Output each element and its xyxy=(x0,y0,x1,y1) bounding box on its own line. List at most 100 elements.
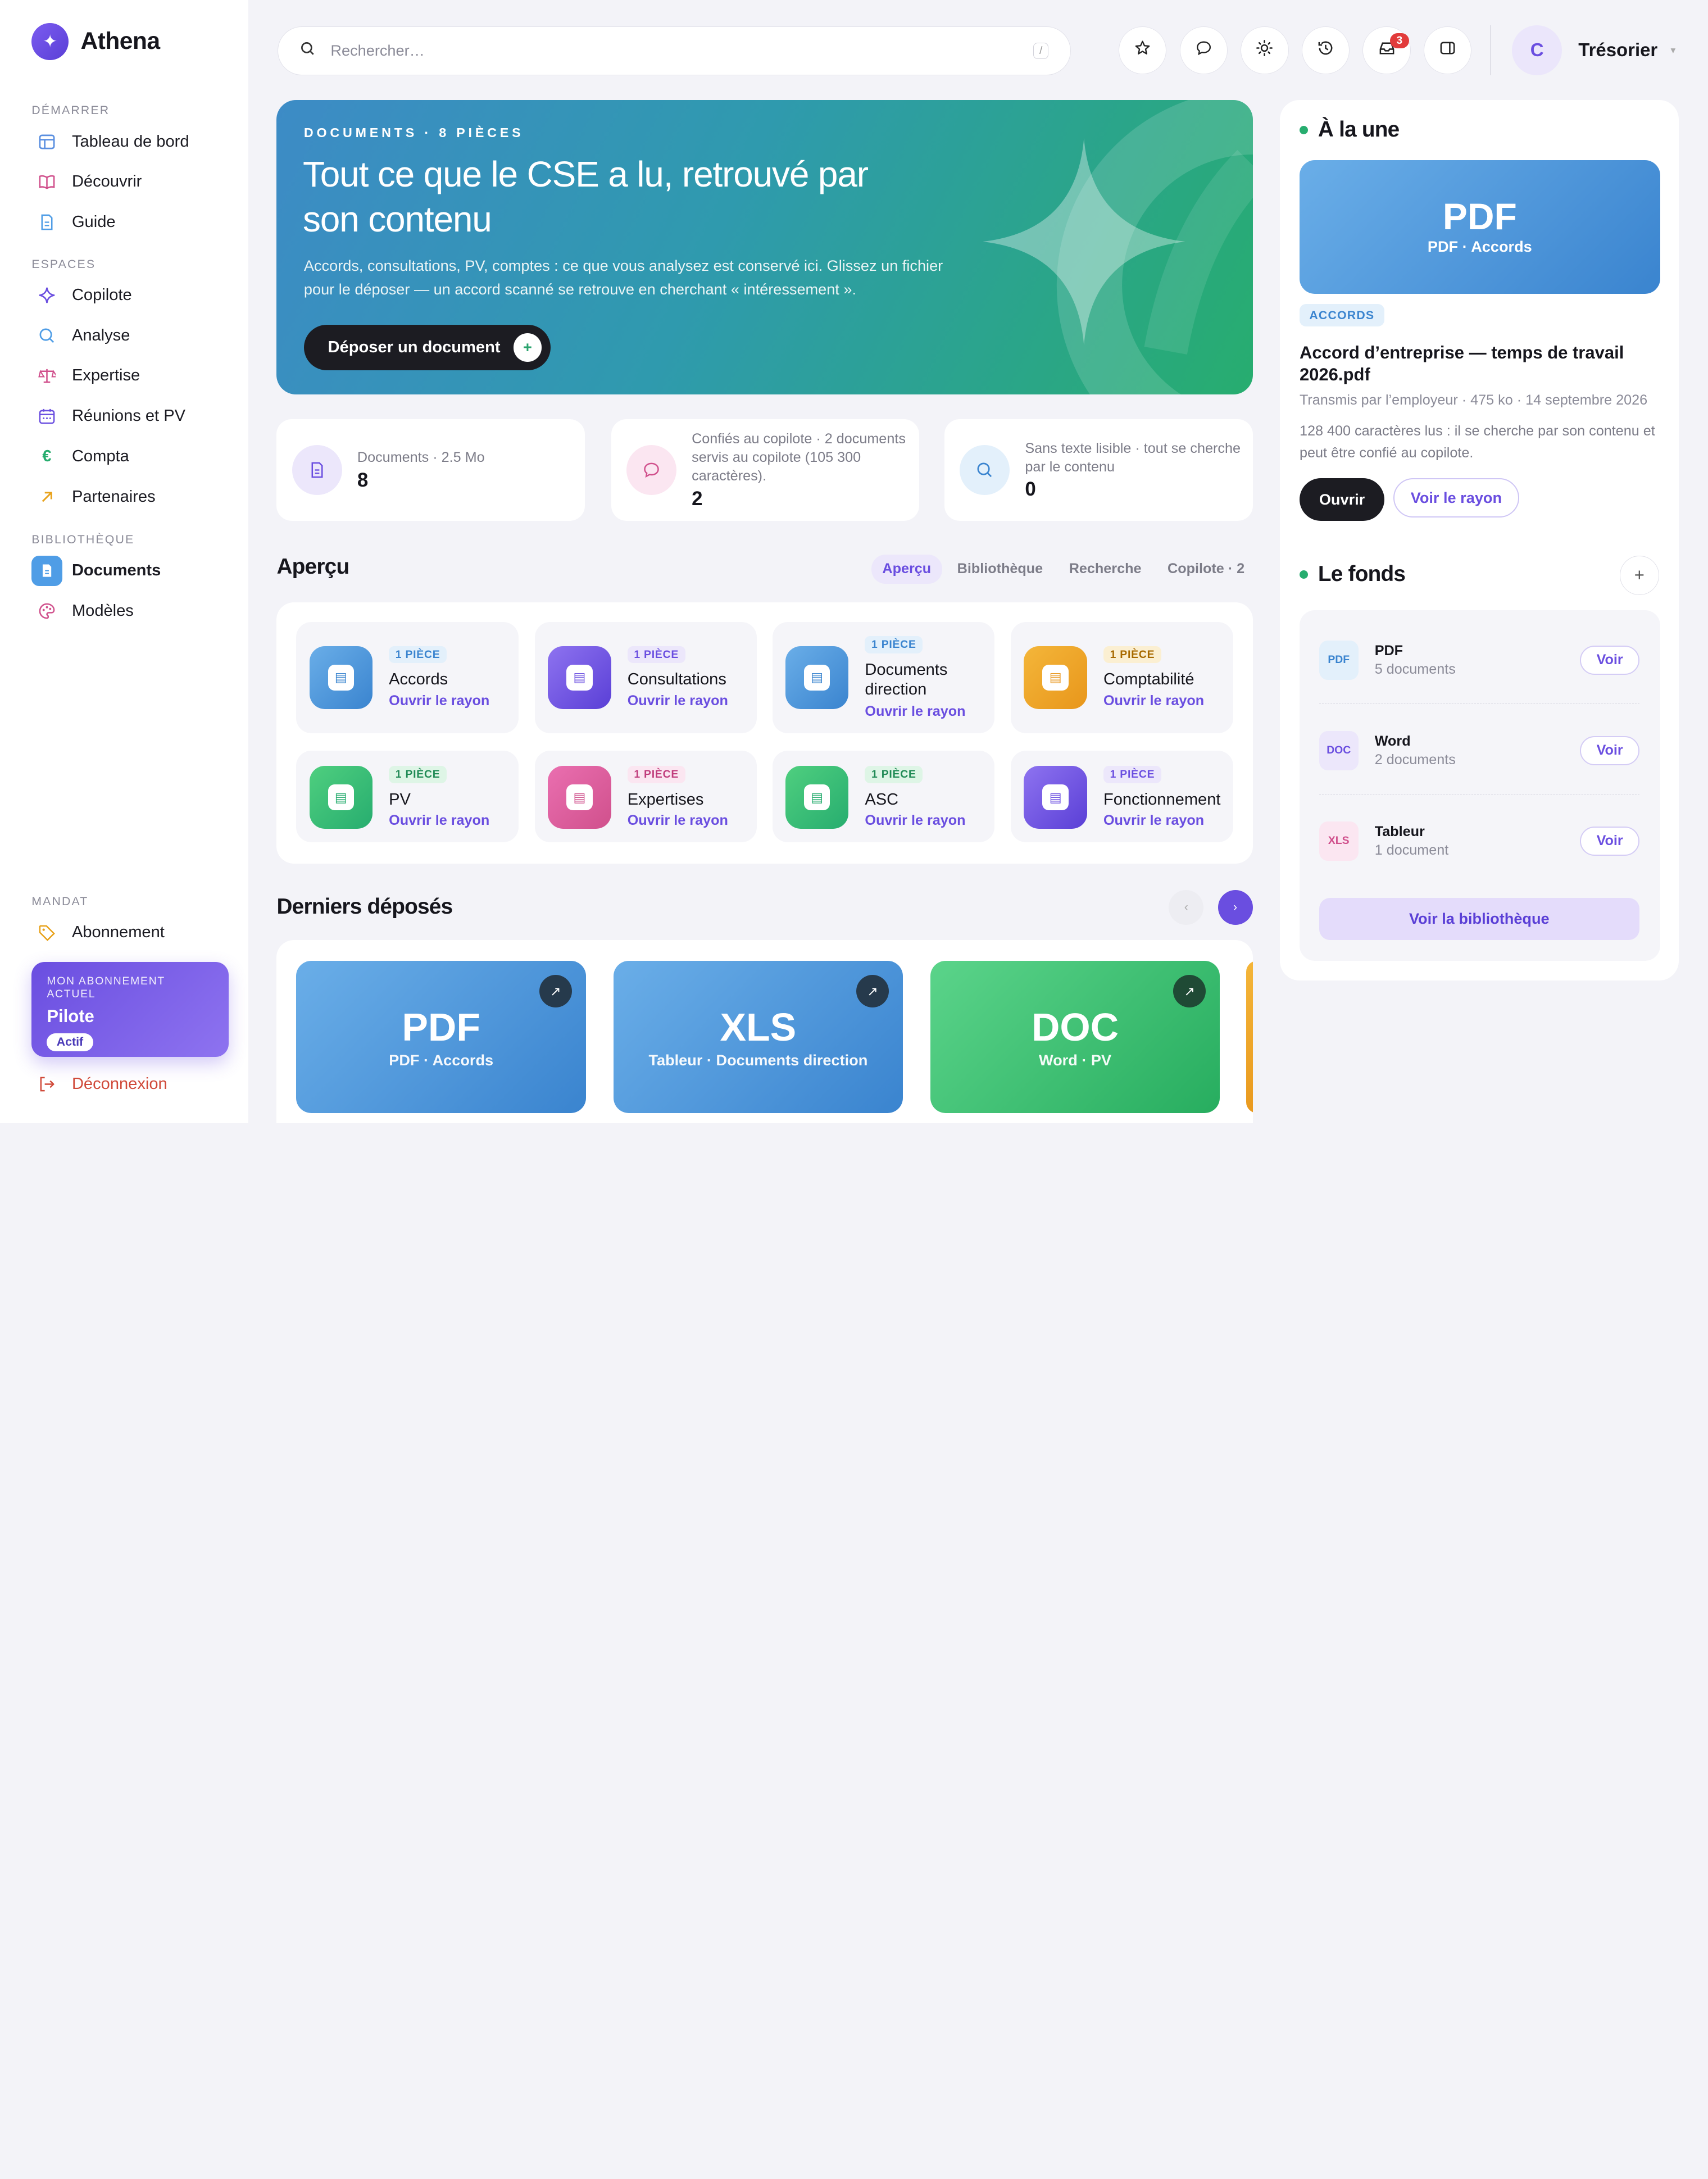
open-shelf-link[interactable]: Ouvrir le rayon xyxy=(389,693,489,709)
arrow-up-right-icon xyxy=(31,482,62,512)
open-shelf-link[interactable]: Ouvrir le rayon xyxy=(389,812,489,829)
category-name: PV xyxy=(389,790,411,809)
messages-button[interactable] xyxy=(1179,26,1228,74)
sidebar-item-abonnement[interactable]: Abonnement xyxy=(31,916,233,949)
subscription-plan: Pilote xyxy=(47,1006,94,1026)
history-button[interactable] xyxy=(1301,26,1350,74)
view-shelf-button[interactable]: Voir le rayon xyxy=(1393,478,1520,517)
featured-document-description: 128 400 caractères lus : il se cherche p… xyxy=(1299,423,1655,461)
star-icon xyxy=(1134,40,1151,61)
sidebar-item-documents[interactable]: Documents xyxy=(31,555,233,587)
recent-card-pdf[interactable]: ↗ PDF PDF · Accords xyxy=(296,960,587,1114)
category-card-expertises[interactable]: ▤ 1 PIÈCE Expertises Ouvrir le rayon xyxy=(534,750,757,842)
open-shelf-link[interactable]: Ouvrir le rayon xyxy=(1103,693,1204,709)
carousel-next-button[interactable]: › xyxy=(1218,889,1253,925)
search-bar[interactable]: Rechercher… / xyxy=(278,26,1071,75)
sidebar-item-label: Modèles xyxy=(71,602,134,620)
right-panel: À la une PDF PDF · Accords ACCORDS Accor… xyxy=(1280,100,1679,980)
list-item: DOC Word 2 documents Voir xyxy=(1319,718,1639,783)
user-name: Trésorier xyxy=(1578,39,1658,61)
avatar: C xyxy=(1512,25,1562,75)
stat-card-documents: Documents · 2.5 Mo 8 xyxy=(276,419,585,521)
subscription-status-badge: Actif xyxy=(47,1033,93,1052)
favorites-button[interactable] xyxy=(1119,26,1167,74)
category-name: Documents direction xyxy=(865,660,948,698)
document-icon xyxy=(31,555,62,587)
open-button[interactable]: Ouvrir xyxy=(1299,478,1385,521)
open-shelf-link[interactable]: Ouvrir le rayon xyxy=(865,812,965,829)
add-button[interactable]: + xyxy=(1619,555,1659,595)
document-icon: ▤ xyxy=(785,646,849,710)
sidebar-item-compta[interactable]: € Compta xyxy=(31,440,233,473)
category-card-accords[interactable]: ▤ 1 PIÈCE Accords Ouvrir le rayon xyxy=(296,622,519,733)
sidebar-item-label: Découvrir xyxy=(71,172,142,191)
arrow-up-right-icon[interactable]: ↗ xyxy=(539,975,572,1008)
doc-icon: DOC xyxy=(1319,730,1359,770)
sidebar-item-expertise[interactable]: Expertise xyxy=(31,360,233,392)
tab-recherche[interactable]: Recherche xyxy=(1058,555,1152,584)
sidebar-item-decouvrir[interactable]: Découvrir xyxy=(31,166,233,198)
recent-card-partial[interactable] xyxy=(1246,960,1253,1114)
sidebar-item-modeles[interactable]: Modèles xyxy=(31,595,233,628)
brand[interactable]: ✦ Athena xyxy=(31,22,160,60)
panel-toggle-button[interactable] xyxy=(1423,26,1472,74)
open-shelf-link[interactable]: Ouvrir le rayon xyxy=(628,693,728,709)
user-menu[interactable]: C Trésorier ▾ xyxy=(1512,25,1675,75)
open-shelf-link[interactable]: Ouvrir le rayon xyxy=(865,703,965,720)
notifications-button[interactable]: 3 xyxy=(1362,26,1411,74)
arrow-up-right-icon[interactable]: ↗ xyxy=(856,975,889,1008)
sidebar-item-tableau-de-bord[interactable]: Tableau de bord xyxy=(31,125,233,158)
category-card-fonctionnement[interactable]: ▤ 1 PIÈCE Fonctionnement Ouvrir le rayon xyxy=(1011,750,1233,842)
file-type: PDF xyxy=(402,1005,480,1049)
upload-document-button[interactable]: Déposer un document + xyxy=(303,324,551,371)
tab-copilote[interactable]: Copilote · 2 xyxy=(1157,555,1256,584)
fund-title: Le fonds xyxy=(1318,562,1406,587)
sidebar-item-analyse[interactable]: Analyse xyxy=(31,319,233,352)
category-card-consultations[interactable]: ▤ 1 PIÈCE Consultations Ouvrir le rayon xyxy=(534,622,757,733)
sidebar-item-partenaires[interactable]: Partenaires xyxy=(31,480,233,513)
view-button[interactable]: Voir xyxy=(1580,826,1639,856)
sidebar-item-label: Guide xyxy=(71,213,116,231)
logout-button[interactable]: Déconnexion xyxy=(31,1069,167,1099)
logout-icon xyxy=(31,1069,62,1099)
document-icon: ▤ xyxy=(548,765,611,829)
file-subtitle: Tableur · Documents direction xyxy=(648,1051,868,1069)
sidebar-item-guide[interactable]: Guide xyxy=(31,206,233,238)
file-type: PDF xyxy=(1442,196,1517,238)
open-shelf-link[interactable]: Ouvrir le rayon xyxy=(628,812,728,829)
carousel-prev-button[interactable]: ‹ xyxy=(1169,889,1204,925)
subscription-card[interactable]: MON ABONNEMENT ACTUEL Pilote Actif xyxy=(31,961,229,1057)
sidebar-item-label: Analyse xyxy=(71,326,130,344)
stat-label: Confiés au copilote · 2 documents servis… xyxy=(692,431,906,484)
theme-toggle-button[interactable] xyxy=(1241,26,1289,74)
pdf-icon: PDF xyxy=(1319,640,1359,680)
overview-title: Aperçu xyxy=(276,554,349,579)
tab-apercu[interactable]: Aperçu xyxy=(871,554,942,584)
chevron-down-icon: ▾ xyxy=(1670,44,1676,56)
featured-preview-card[interactable]: PDF PDF · Accords xyxy=(1299,160,1660,294)
tab-bibliotheque[interactable]: Bibliothèque xyxy=(946,555,1053,584)
recent-card-xls[interactable]: ↗ XLS Tableur · Documents direction xyxy=(613,960,903,1114)
fund-list: PDF PDF 5 documents Voir DOC Word 2 docu… xyxy=(1299,610,1660,961)
category-card-comptabilite[interactable]: ▤ 1 PIÈCE Comptabilité Ouvrir le rayon xyxy=(1011,622,1233,733)
count-badge: 1 PIÈCE xyxy=(627,646,685,664)
open-shelf-link[interactable]: Ouvrir le rayon xyxy=(1103,812,1204,829)
recent-card-doc[interactable]: ↗ DOC Word · PV xyxy=(930,960,1220,1114)
sidebar-item-copilote[interactable]: Copilote xyxy=(31,279,233,311)
fund-item-count: 5 documents xyxy=(1374,661,1456,677)
search-input[interactable]: Rechercher… xyxy=(330,42,1033,60)
view-button[interactable]: Voir xyxy=(1580,645,1639,675)
category-card-documents-direction[interactable]: ▤ 1 PIÈCE Documents direction Ouvrir le … xyxy=(772,622,995,733)
category-card-asc[interactable]: ▤ 1 PIÈCE ASC Ouvrir le rayon xyxy=(772,750,995,842)
stat-value: 2 xyxy=(692,487,703,510)
category-card-pv[interactable]: ▤ 1 PIÈCE PV Ouvrir le rayon xyxy=(296,750,519,842)
view-button[interactable]: Voir xyxy=(1580,736,1639,765)
sparkle-icon xyxy=(31,280,62,310)
overview-tabs: Aperçu Bibliothèque Recherche Copilote ·… xyxy=(871,554,1260,584)
document-icon xyxy=(292,444,342,496)
view-library-button[interactable]: Voir la bibliothèque xyxy=(1319,897,1639,941)
document-icon: ▤ xyxy=(1024,765,1087,829)
sidebar-item-reunions-pv[interactable]: Réunions et PV xyxy=(31,400,233,433)
fund-heading: Le fonds xyxy=(1299,562,1406,587)
arrow-up-right-icon[interactable]: ↗ xyxy=(1173,975,1206,1008)
